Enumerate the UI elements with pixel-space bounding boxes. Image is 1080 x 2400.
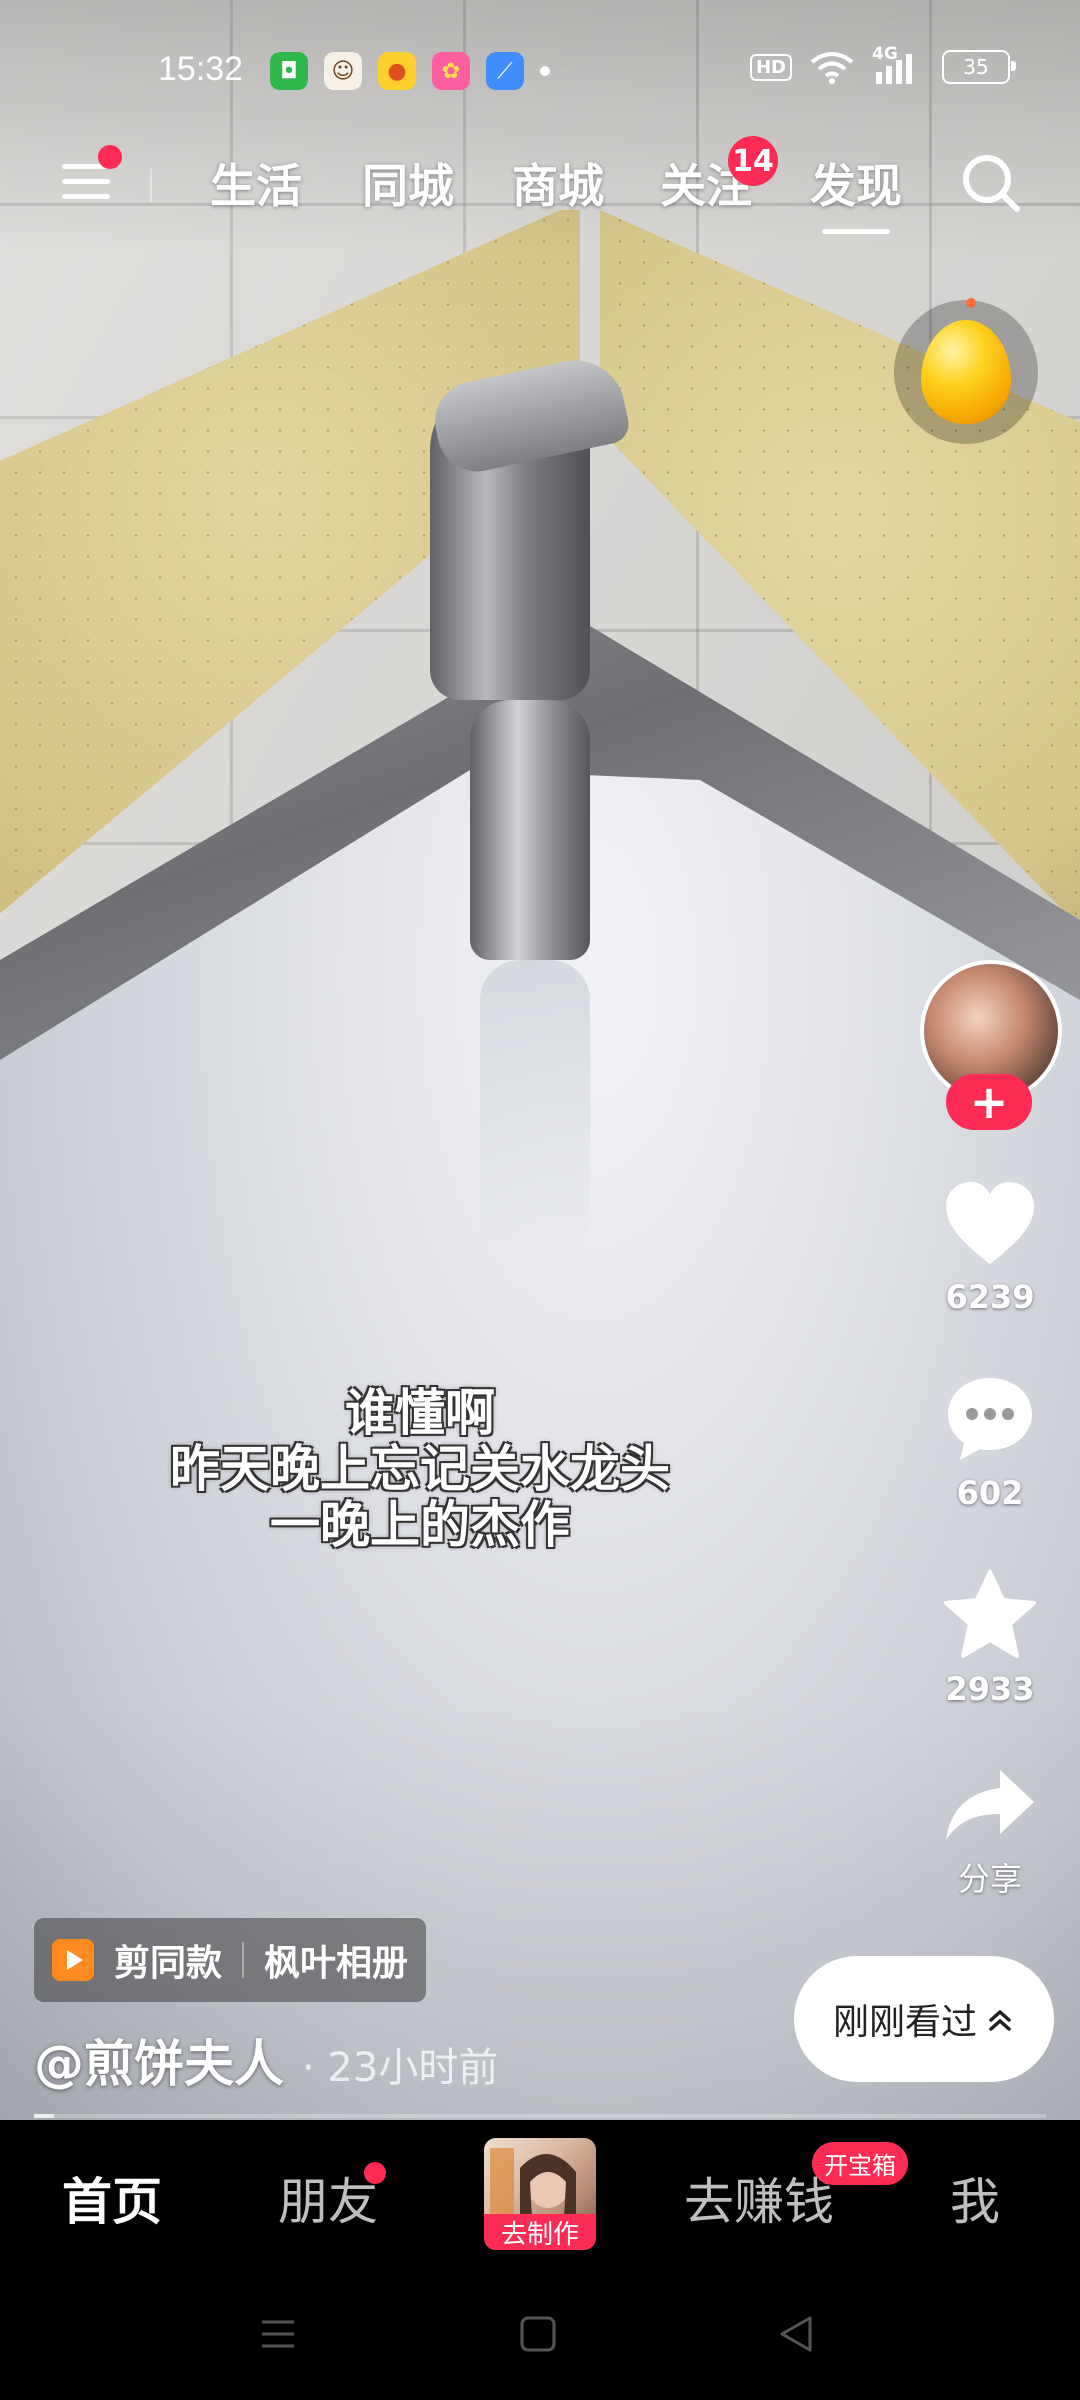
top-nav: 生活 同城 商城 关注 14 发现: [0, 130, 1080, 234]
golden-egg-icon: [921, 320, 1011, 424]
notification-icons: ◘ ☺ ● ✿ ⟋: [270, 52, 550, 90]
tab-earn[interactable]: 去赚钱: [684, 2162, 834, 2234]
reward-progress-dot: [966, 298, 976, 308]
like-count: 6239: [945, 1278, 1035, 1316]
monkey-avatar-icon: ☺: [324, 52, 362, 90]
bottom-tab-bar: 首页 朋友 去制作 去赚钱 开宝箱 我: [0, 2120, 1080, 2270]
friends-notification-dot: [364, 2162, 386, 2184]
template-chip[interactable]: 剪同款 枫叶相册: [34, 1918, 427, 2002]
more-notifications-dot: [540, 66, 550, 76]
comment-icon: [948, 1378, 1032, 1460]
video-progress-bar[interactable]: [34, 2114, 1046, 2118]
caption-line-2: 昨天晚上忘记关水龙头: [170, 1440, 670, 1498]
author-name[interactable]: @煎饼夫人: [34, 2024, 284, 2096]
tab-local[interactable]: 同城: [362, 150, 454, 216]
wifi-icon: [810, 52, 854, 84]
heart-icon: [946, 1182, 1034, 1264]
cellular-signal-icon: 4G: [872, 44, 924, 84]
recently-watched-button[interactable]: 刚刚看过: [794, 1956, 1054, 2082]
video-progress-fill: [34, 2114, 55, 2118]
search-icon[interactable]: [960, 152, 1022, 214]
author-line: @煎饼夫人 · 23小时前: [34, 2024, 498, 2096]
double-chevron-up-icon: [989, 2010, 1011, 2031]
back-triangle-icon[interactable]: [776, 2314, 816, 2354]
treasure-chest-badge: 开宝箱: [812, 2142, 908, 2185]
app-screen: 15:32 ◘ ☺ ● ✿ ⟋ HD 4G 35 生活 同城 商城 关注 14 …: [0, 0, 1080, 2400]
purple-app-icon: ✿: [432, 52, 470, 90]
battery-icon: 35: [942, 50, 1016, 84]
reward-egg-button[interactable]: [894, 300, 1038, 444]
create-label[interactable]: 去制作: [484, 2214, 596, 2250]
post-time: · 23小时前: [302, 2045, 499, 2091]
recently-watched-label: 刚刚看过: [832, 2002, 977, 2043]
favorite-count: 2933: [945, 1670, 1035, 1708]
tab-me[interactable]: 我: [950, 2162, 1000, 2234]
battery-level: 35: [963, 55, 989, 79]
share-label: 分享: [957, 1860, 1022, 1898]
blue-feather-icon: ⟋: [486, 52, 524, 90]
yellow-app-icon: ●: [378, 52, 416, 90]
caption-line-1: 谁懂啊: [345, 1384, 495, 1442]
tab-home[interactable]: 首页: [62, 2162, 162, 2234]
video-caption: 谁懂啊 昨天晚上忘记关水龙头 一晚上的杰作: [100, 1385, 740, 1553]
following-count-badge: 14: [728, 136, 778, 186]
home-square-icon[interactable]: [518, 2314, 558, 2354]
hd-voice-icon: HD: [749, 53, 792, 81]
status-time: 15:32: [158, 50, 244, 88]
system-nav-bar: [0, 2270, 1080, 2400]
share-button[interactable]: 分享: [910, 1766, 1070, 1900]
comment-count: 602: [956, 1474, 1024, 1512]
status-bar: 15:32 ◘ ☺ ● ✿ ⟋ HD 4G 35: [0, 40, 1080, 104]
recent-apps-icon[interactable]: [258, 2314, 298, 2354]
capcut-icon: [52, 1939, 94, 1981]
favorite-button[interactable]: 2933: [910, 1568, 1070, 1708]
follow-button[interactable]: +: [946, 1074, 1032, 1130]
tab-life[interactable]: 生活: [210, 150, 302, 216]
menu-notification-dot: [98, 145, 122, 169]
tab-friends[interactable]: 朋友: [278, 2162, 378, 2234]
tab-mall[interactable]: 商城: [512, 150, 604, 216]
system-status-icons: HD 4G 35: [749, 44, 1016, 84]
share-arrow-icon: [946, 1770, 1034, 1840]
green-shop-icon: ◘: [270, 52, 308, 90]
like-button[interactable]: 6239: [910, 1180, 1070, 1316]
template-label: 剪同款: [114, 1943, 223, 1984]
star-icon: [944, 1570, 1036, 1658]
tab-discover[interactable]: 发现: [810, 150, 902, 234]
comment-button[interactable]: 602: [910, 1374, 1070, 1512]
caption-line-3: 一晚上的杰作: [270, 1496, 570, 1554]
template-name: 枫叶相册: [264, 1943, 409, 1984]
